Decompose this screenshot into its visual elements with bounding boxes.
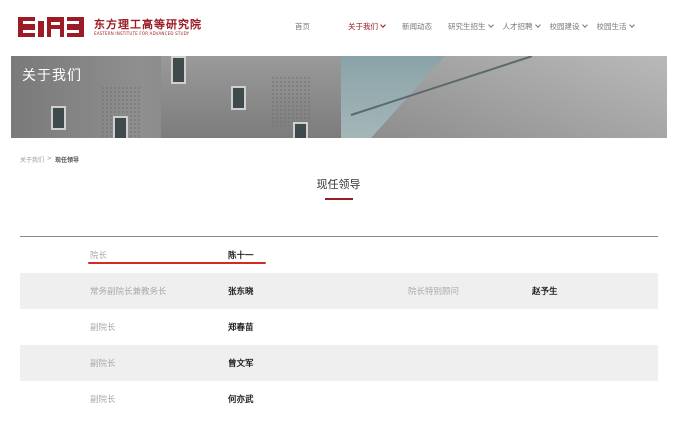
- leader-row: 常务副院长兼教务长 张东晓 院长特别顾问 赵予生: [20, 273, 658, 309]
- nav-campus-construction[interactable]: 校园建设: [549, 21, 588, 32]
- leader-row: 副院长 何亦武: [20, 381, 658, 417]
- nav-label: 关于我们: [348, 22, 378, 31]
- nav-about-us[interactable]: 关于我们: [348, 21, 386, 32]
- breadcrumb-separator: >: [47, 155, 53, 162]
- leader-title: 常务副院长兼教务长: [90, 287, 167, 297]
- nav-label: 人才招聘: [502, 22, 533, 31]
- chevron-down-icon: [380, 22, 386, 28]
- chevron-down-icon: [487, 22, 494, 28]
- leader-name: 赵予生: [532, 287, 558, 297]
- nav-campus-life[interactable]: 校园生活: [596, 21, 635, 32]
- leader-title: 副院长: [90, 359, 116, 369]
- nav-careers[interactable]: 人才招聘: [502, 21, 541, 32]
- nav-label: 校园建设: [549, 22, 580, 31]
- leader-row: 副院长 郑春苗: [20, 309, 658, 345]
- nav-label: 新闻动态: [402, 22, 432, 31]
- banner-title: 关于我们: [22, 68, 82, 84]
- highlight-underline: [88, 262, 266, 264]
- leader-title: 副院长: [90, 323, 116, 333]
- page-title: 现任领导: [316, 178, 361, 191]
- leader-row: 院长 陈十一: [20, 237, 658, 273]
- leader-title: 副院长: [90, 395, 116, 405]
- leader-name: 郑春苗: [228, 323, 254, 333]
- leader-row: 副院长 曾文军: [20, 345, 658, 381]
- leader-title: 院长特别顾问: [408, 287, 460, 297]
- leader-name: 何亦武: [228, 395, 254, 405]
- nav-label: 首页: [295, 22, 310, 31]
- leader-name: 陈十一: [228, 251, 254, 261]
- nav-graduate-admissions[interactable]: 研究生招生: [448, 21, 494, 32]
- chevron-down-icon: [534, 22, 541, 28]
- title-underline: [325, 198, 353, 200]
- leader-name: 曾文军: [228, 359, 254, 369]
- leaders-table: 院长 陈十一 常务副院长兼教务长 张东晓 院长特别顾问 赵予生 副院长 郑春苗 …: [20, 236, 658, 417]
- page-banner: 关于我们: [11, 56, 667, 138]
- logo-english-name: EASTERN INSTITUTE FOR ADVANCED STUDY: [94, 30, 190, 36]
- nav-home[interactable]: 首页: [295, 21, 310, 32]
- nav-news[interactable]: 新闻动态: [402, 21, 432, 32]
- nav-label: 研究生招生: [448, 22, 486, 31]
- logo-chinese-name: 东方理工高等研究院: [94, 17, 202, 31]
- leader-title: 院长: [90, 251, 108, 261]
- leader-name: 张东晓: [228, 287, 254, 297]
- breadcrumb: 关于我们 > 现任领导: [20, 155, 79, 164]
- nav-label: 校园生活: [596, 22, 627, 31]
- site-header: 东方理工高等研究院 EASTERN INSTITUTE FOR ADVANCED…: [0, 0, 677, 56]
- breadcrumb-link-about-us[interactable]: 关于我们: [20, 155, 44, 164]
- site-logo[interactable]: 东方理工高等研究院 EASTERN INSTITUTE FOR ADVANCED…: [18, 16, 202, 38]
- chevron-down-icon: [581, 22, 588, 28]
- eias-logo-mark-icon: [18, 17, 84, 37]
- main-nav: 首页 关于我们 新闻动态 研究生招生 人才招聘 校园建设 校园生活: [295, 21, 635, 32]
- breadcrumb-current: 现任领导: [55, 157, 80, 164]
- chevron-down-icon: [628, 22, 635, 28]
